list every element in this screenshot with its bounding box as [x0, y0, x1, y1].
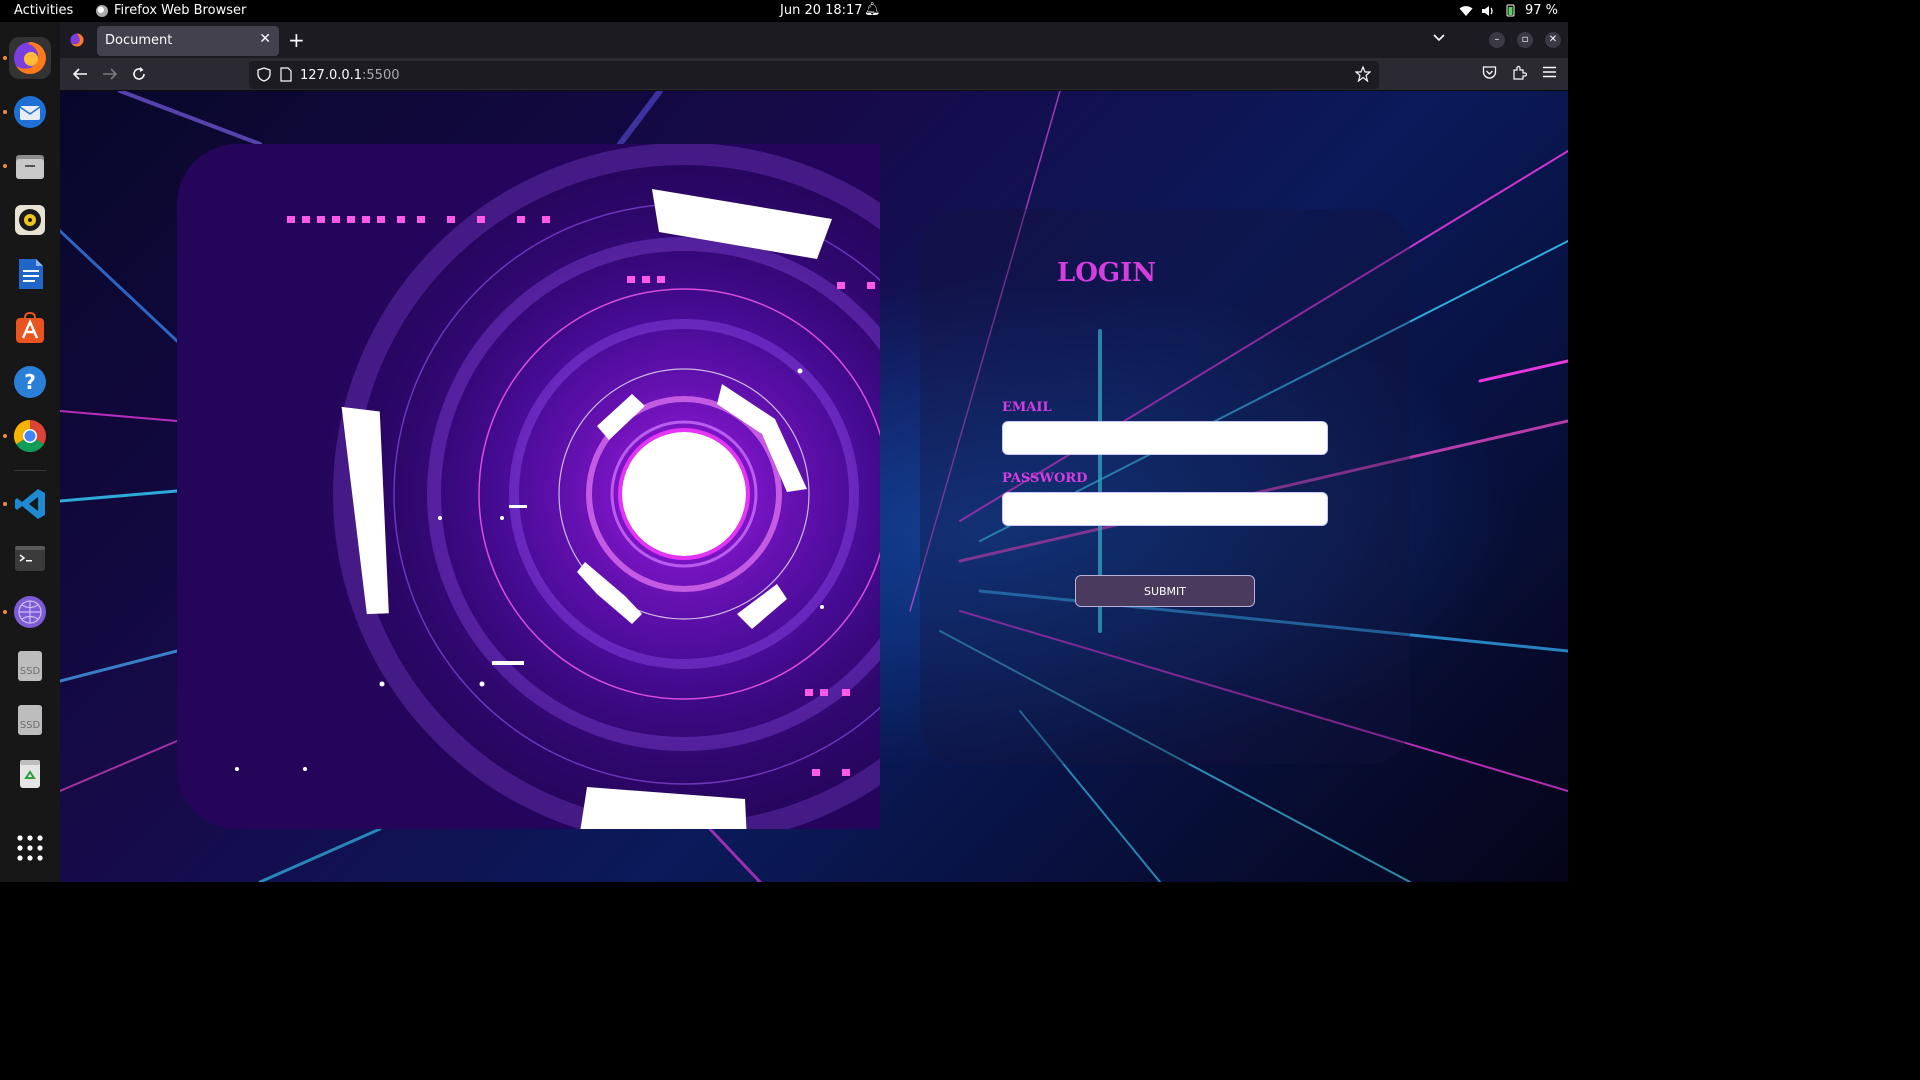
url-host: 127.0.0.1: [300, 68, 363, 83]
mail-icon: [14, 96, 46, 128]
drive-icon: SSD: [18, 651, 42, 681]
shield-icon[interactable]: [257, 67, 271, 82]
dock-trash[interactable]: [9, 753, 51, 795]
app-menu-label: Firefox Web Browser: [114, 3, 247, 18]
restore-button[interactable]: ▫: [1517, 32, 1533, 48]
battery-icon: [1506, 4, 1515, 17]
submit-button[interactable]: SUBMIT: [1075, 575, 1255, 607]
password-label: PASSWORD: [1002, 471, 1088, 486]
page-icon[interactable]: [280, 67, 292, 82]
hero-image: [177, 144, 880, 829]
firefox-small-icon: [96, 4, 108, 17]
password-input[interactable]: [1002, 492, 1328, 526]
dock-firefox[interactable]: [9, 37, 51, 79]
music-icon: [15, 205, 45, 235]
store-icon: [16, 311, 44, 343]
close-window-button[interactable]: ✕: [1545, 32, 1561, 48]
svg-text:?: ?: [24, 370, 36, 394]
dock-terminal[interactable]: [9, 537, 51, 579]
dock-thunderbird[interactable]: [9, 91, 51, 133]
grid-icon: [17, 835, 43, 861]
chrome-icon: [13, 419, 46, 453]
dock-writer[interactable]: [9, 253, 51, 295]
tab-bar: Document ✕ + – ▫ ✕: [60, 22, 1568, 58]
login-panel: [920, 209, 1410, 764]
bell-icon: 🔔︎: [864, 2, 881, 17]
url-port: :5500: [362, 68, 400, 83]
bookmark-star-icon[interactable]: [1355, 66, 1371, 82]
url-text: 127.0.0.1:5500: [300, 68, 400, 83]
folder-icon: [16, 155, 44, 179]
help-icon: ?: [14, 366, 46, 398]
email-label: EMAIL: [1002, 400, 1052, 415]
activities-button[interactable]: Activities: [14, 3, 73, 18]
system-tray[interactable]: 97 %: [1459, 3, 1558, 18]
svg-text:SSD: SSD: [20, 666, 41, 677]
pocket-icon[interactable]: [1482, 65, 1497, 80]
dock-files[interactable]: [9, 145, 51, 187]
globe-icon: [14, 596, 46, 628]
svg-text:SSD: SSD: [20, 720, 41, 731]
tab-title: Document: [105, 33, 173, 48]
chevron-down-icon[interactable]: [1432, 30, 1446, 44]
tab-document[interactable]: Document ✕: [97, 26, 279, 56]
reload-icon[interactable]: [131, 66, 147, 82]
firefox-view-icon[interactable]: [70, 33, 84, 47]
navigation-toolbar: 127.0.0.1:5500: [60, 58, 1568, 91]
new-tab-button[interactable]: +: [288, 28, 305, 52]
dock-help[interactable]: ?: [9, 361, 51, 403]
vscode-icon: [15, 489, 45, 519]
back-arrow-icon[interactable]: [72, 67, 88, 81]
wifi-icon: [1459, 5, 1473, 16]
document-icon: [19, 259, 43, 289]
app-menu[interactable]: Firefox Web Browser: [96, 3, 246, 18]
close-tab-icon[interactable]: ✕: [259, 31, 271, 47]
page-viewport: [60, 91, 1568, 882]
battery-percent: 97 %: [1524, 3, 1558, 18]
extensions-icon[interactable]: [1512, 65, 1527, 80]
dock-vscode[interactable]: [9, 483, 51, 525]
dock-app-center[interactable]: [9, 307, 51, 349]
trash-icon: [20, 760, 40, 788]
firefox-icon: [14, 42, 46, 74]
dock-ssd-2[interactable]: SSD: [9, 699, 51, 741]
url-bar[interactable]: 127.0.0.1:5500: [249, 61, 1379, 89]
clock[interactable]: Jun 20 18:17: [780, 3, 863, 18]
minimize-button[interactable]: –: [1489, 32, 1505, 48]
dock-chrome[interactable]: [9, 415, 51, 457]
login-title: LOGIN: [1057, 258, 1157, 288]
hud-circle-graphic: [177, 144, 880, 829]
volume-icon: [1481, 5, 1493, 16]
email-input[interactable]: [1002, 421, 1328, 455]
hamburger-menu-icon[interactable]: [1542, 65, 1557, 79]
dock-ssd-1[interactable]: SSD: [9, 645, 51, 687]
drive-icon: SSD: [18, 705, 42, 735]
system-top-bar: Activities Firefox Web Browser Jun 20 18…: [0, 0, 1568, 22]
dock-show-apps[interactable]: [9, 827, 51, 869]
dock-rhythmbox[interactable]: [9, 199, 51, 241]
dock: ? SSD SSD: [0, 22, 60, 882]
forward-arrow-icon[interactable]: [102, 67, 118, 81]
terminal-icon: [15, 546, 45, 571]
dock-web-app[interactable]: [9, 591, 51, 633]
